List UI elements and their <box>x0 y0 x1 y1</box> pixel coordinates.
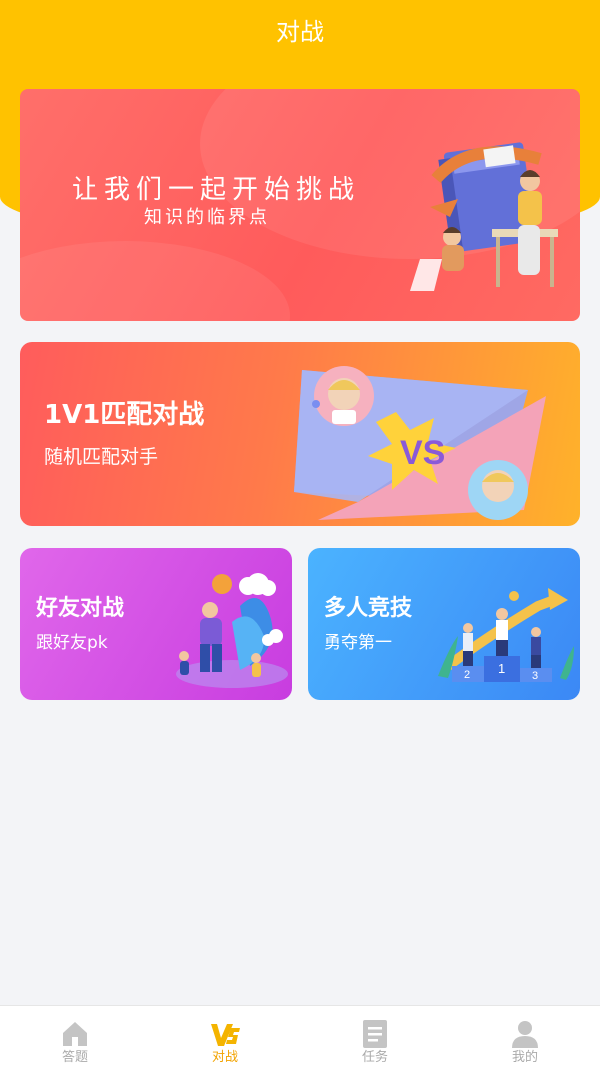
multiplayer-title: 多人竞技 <box>324 596 413 621</box>
page-title: 对战 <box>276 18 324 46</box>
versus-illustration: VS <box>294 366 546 520</box>
podium-illustration: 2 1 3 <box>438 588 574 682</box>
tab-answer[interactable]: 答题 <box>0 1006 150 1067</box>
vs-icon <box>211 1024 240 1046</box>
match-battle-title: 1V1匹配对战 <box>44 400 205 430</box>
bottom-tab-bar: 答题 对战 任务 我的 <box>0 1005 600 1067</box>
tab-label: 对战 <box>211 1050 238 1065</box>
challenge-banner[interactable]: 让我们一起开始挑战 知识的临界点 <box>20 89 580 321</box>
tab-task[interactable]: 任务 <box>300 1006 450 1067</box>
tab-label: 我的 <box>511 1050 538 1065</box>
banner-decoration <box>20 241 290 321</box>
home-icon <box>63 1022 87 1046</box>
study-illustration <box>410 142 558 291</box>
friend-battle-card[interactable]: 好友对战 跟好友pk <box>20 548 292 700</box>
banner-headline: 让我们一起开始挑战 <box>72 175 361 205</box>
friend-battle-subtitle: 跟好友pk <box>36 633 108 653</box>
friends-illustration <box>176 573 288 688</box>
match-battle-subtitle: 随机匹配对手 <box>44 446 159 468</box>
vs-badge-text: VS <box>400 434 445 472</box>
podium-second-label: 2 <box>464 669 470 681</box>
multiplayer-subtitle: 勇夺第一 <box>324 633 392 653</box>
tab-label: 答题 <box>61 1050 88 1065</box>
friend-battle-title: 好友对战 <box>36 596 125 621</box>
banner-subline: 知识的临界点 <box>144 207 270 228</box>
multiplayer-card[interactable]: 多人竞技 勇夺第一 2 1 3 <box>308 548 580 700</box>
tab-battle[interactable]: 对战 <box>150 1006 300 1067</box>
tab-label: 任务 <box>361 1050 388 1065</box>
task-icon <box>363 1020 387 1048</box>
match-battle-card[interactable]: 1V1匹配对战 随机匹配对手 VS <box>20 342 580 526</box>
podium-first-label: 1 <box>498 661 505 676</box>
podium-third-label: 3 <box>532 670 538 682</box>
tab-mine[interactable]: 我的 <box>450 1006 600 1067</box>
profile-icon <box>512 1021 538 1048</box>
